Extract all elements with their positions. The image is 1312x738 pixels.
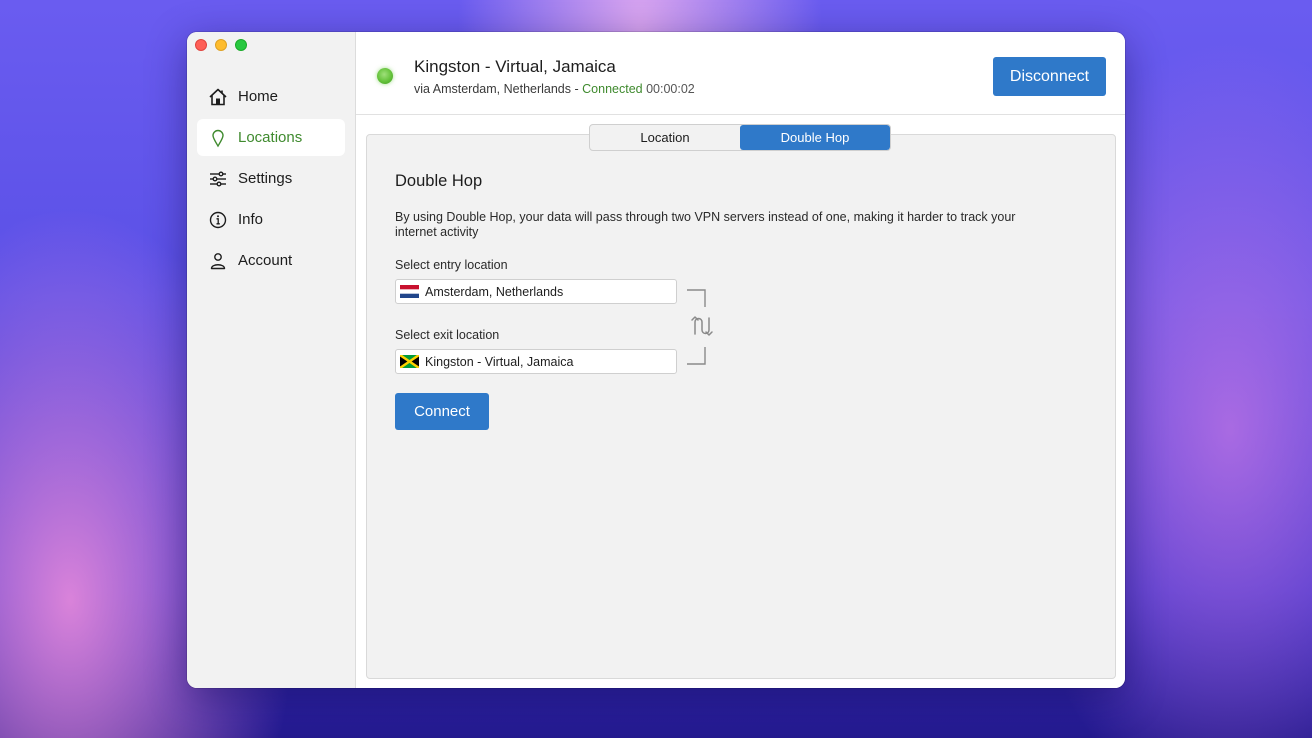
entry-location-select[interactable]: Amsterdam, Netherlands — [395, 279, 677, 304]
sidebar-item-label: Account — [238, 252, 293, 269]
connection-status: Connected — [582, 82, 643, 96]
entry-location-value: Amsterdam, Netherlands — [425, 284, 564, 299]
sidebar-item-info[interactable]: Info — [197, 201, 345, 238]
connect-button[interactable]: Connect — [395, 393, 489, 430]
sidebar-item-home[interactable]: Home — [197, 78, 345, 115]
swap-locations-button[interactable] — [685, 289, 715, 370]
sidebar-item-label: Settings — [238, 170, 293, 187]
netherlands-flag-icon — [400, 285, 419, 298]
sidebar-item-label: Home — [238, 88, 279, 105]
connected-server: Kingston - Virtual, Jamaica — [414, 57, 616, 76]
sidebar-item-locations[interactable]: Locations — [197, 119, 345, 156]
double-hop-panel: Double Hop By using Double Hop, your dat… — [366, 134, 1116, 679]
connection-details: via Amsterdam, Netherlands - Connected 0… — [414, 82, 695, 96]
user-icon — [208, 251, 228, 271]
sidebar-item-settings[interactable]: Settings — [197, 160, 345, 197]
zoom-window-button[interactable] — [235, 39, 247, 51]
sidebar-item-account[interactable]: Account — [197, 242, 345, 279]
app-window: Home Locations Settings Info Account Kin… — [187, 32, 1125, 688]
jamaica-flag-icon — [399, 354, 420, 369]
section-title: Double Hop — [395, 172, 483, 190]
exit-location-select[interactable]: Kingston - Virtual, Jamaica — [395, 349, 677, 374]
connection-timer: 00:00:02 — [646, 82, 695, 96]
connection-header: Kingston - Virtual, Jamaica via Amsterda… — [356, 32, 1125, 115]
sliders-icon — [208, 169, 228, 189]
exit-location-label: Select exit location — [395, 328, 500, 342]
exit-location-value: Kingston - Virtual, Jamaica — [425, 354, 574, 369]
via-server: via Amsterdam, Netherlands - — [414, 82, 579, 96]
home-icon — [208, 87, 228, 107]
tab-location[interactable]: Location — [590, 125, 740, 150]
mode-tabs: Location Double Hop — [589, 124, 891, 151]
entry-location-label: Select entry location — [395, 258, 508, 272]
minimize-window-button[interactable] — [215, 39, 227, 51]
tab-double-hop[interactable]: Double Hop — [740, 125, 890, 150]
main-content: Kingston - Virtual, Jamaica via Amsterda… — [356, 32, 1125, 688]
close-window-button[interactable] — [195, 39, 207, 51]
info-icon — [208, 210, 228, 230]
section-description: By using Double Hop, your data will pass… — [395, 210, 1016, 239]
window-controls — [195, 39, 247, 51]
connection-status-icon — [377, 68, 393, 84]
sidebar-item-label: Info — [238, 211, 264, 228]
sidebar-item-label: Locations — [238, 129, 303, 146]
disconnect-button[interactable]: Disconnect — [993, 57, 1106, 96]
sidebar-nav: Home Locations Settings Info Account — [197, 78, 345, 283]
sidebar: Home Locations Settings Info Account — [187, 32, 356, 688]
map-pin-icon — [208, 128, 228, 148]
